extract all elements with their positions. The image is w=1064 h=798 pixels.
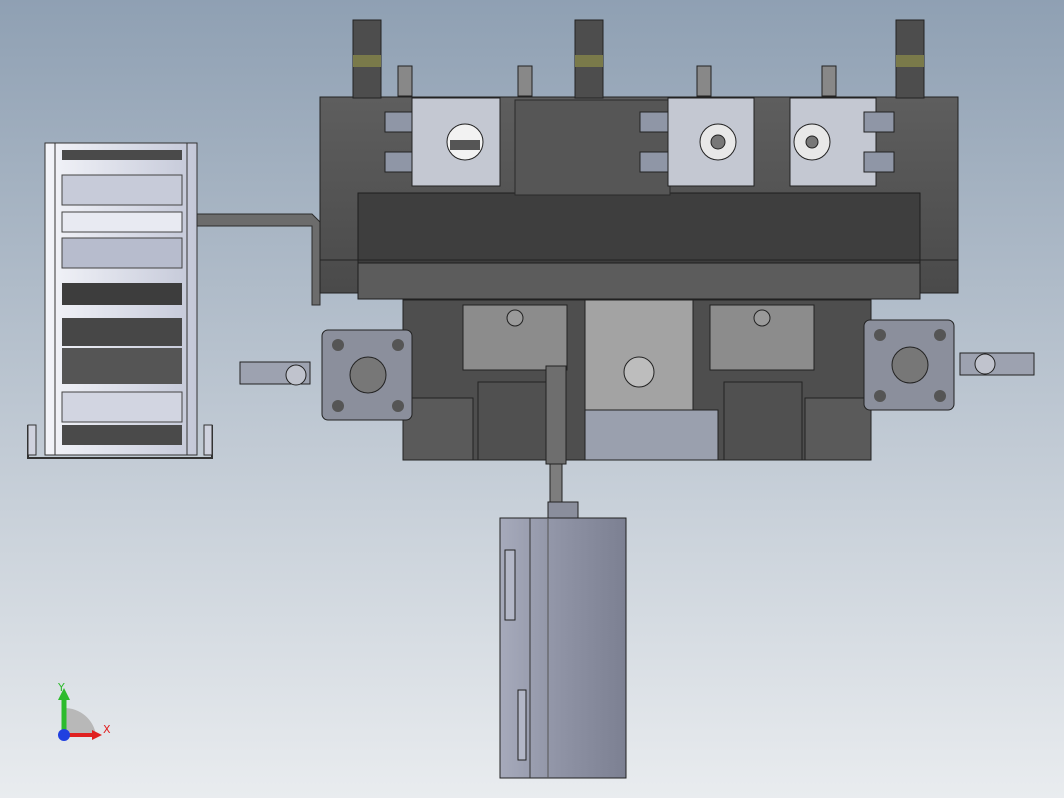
- triad-x-label: X: [103, 723, 111, 736]
- triad-y-label: Y: [57, 681, 65, 694]
- air-cylinder[interactable]: [499, 517, 627, 779]
- assembly-drawing[interactable]: Y X: [0, 0, 1064, 798]
- guide-posts: [352, 19, 925, 99]
- chain-bracket: [196, 213, 321, 306]
- adjusting-screws: [397, 65, 837, 97]
- linear-guide-assembly[interactable]: [402, 299, 872, 461]
- cad-viewport[interactable]: Y X: [0, 0, 1064, 798]
- left-fitting-flange[interactable]: [239, 329, 413, 421]
- cable-drag-chain[interactable]: [27, 142, 213, 459]
- coordinate-triad: Y X: [57, 681, 111, 741]
- right-fitting-flange[interactable]: [863, 319, 1035, 411]
